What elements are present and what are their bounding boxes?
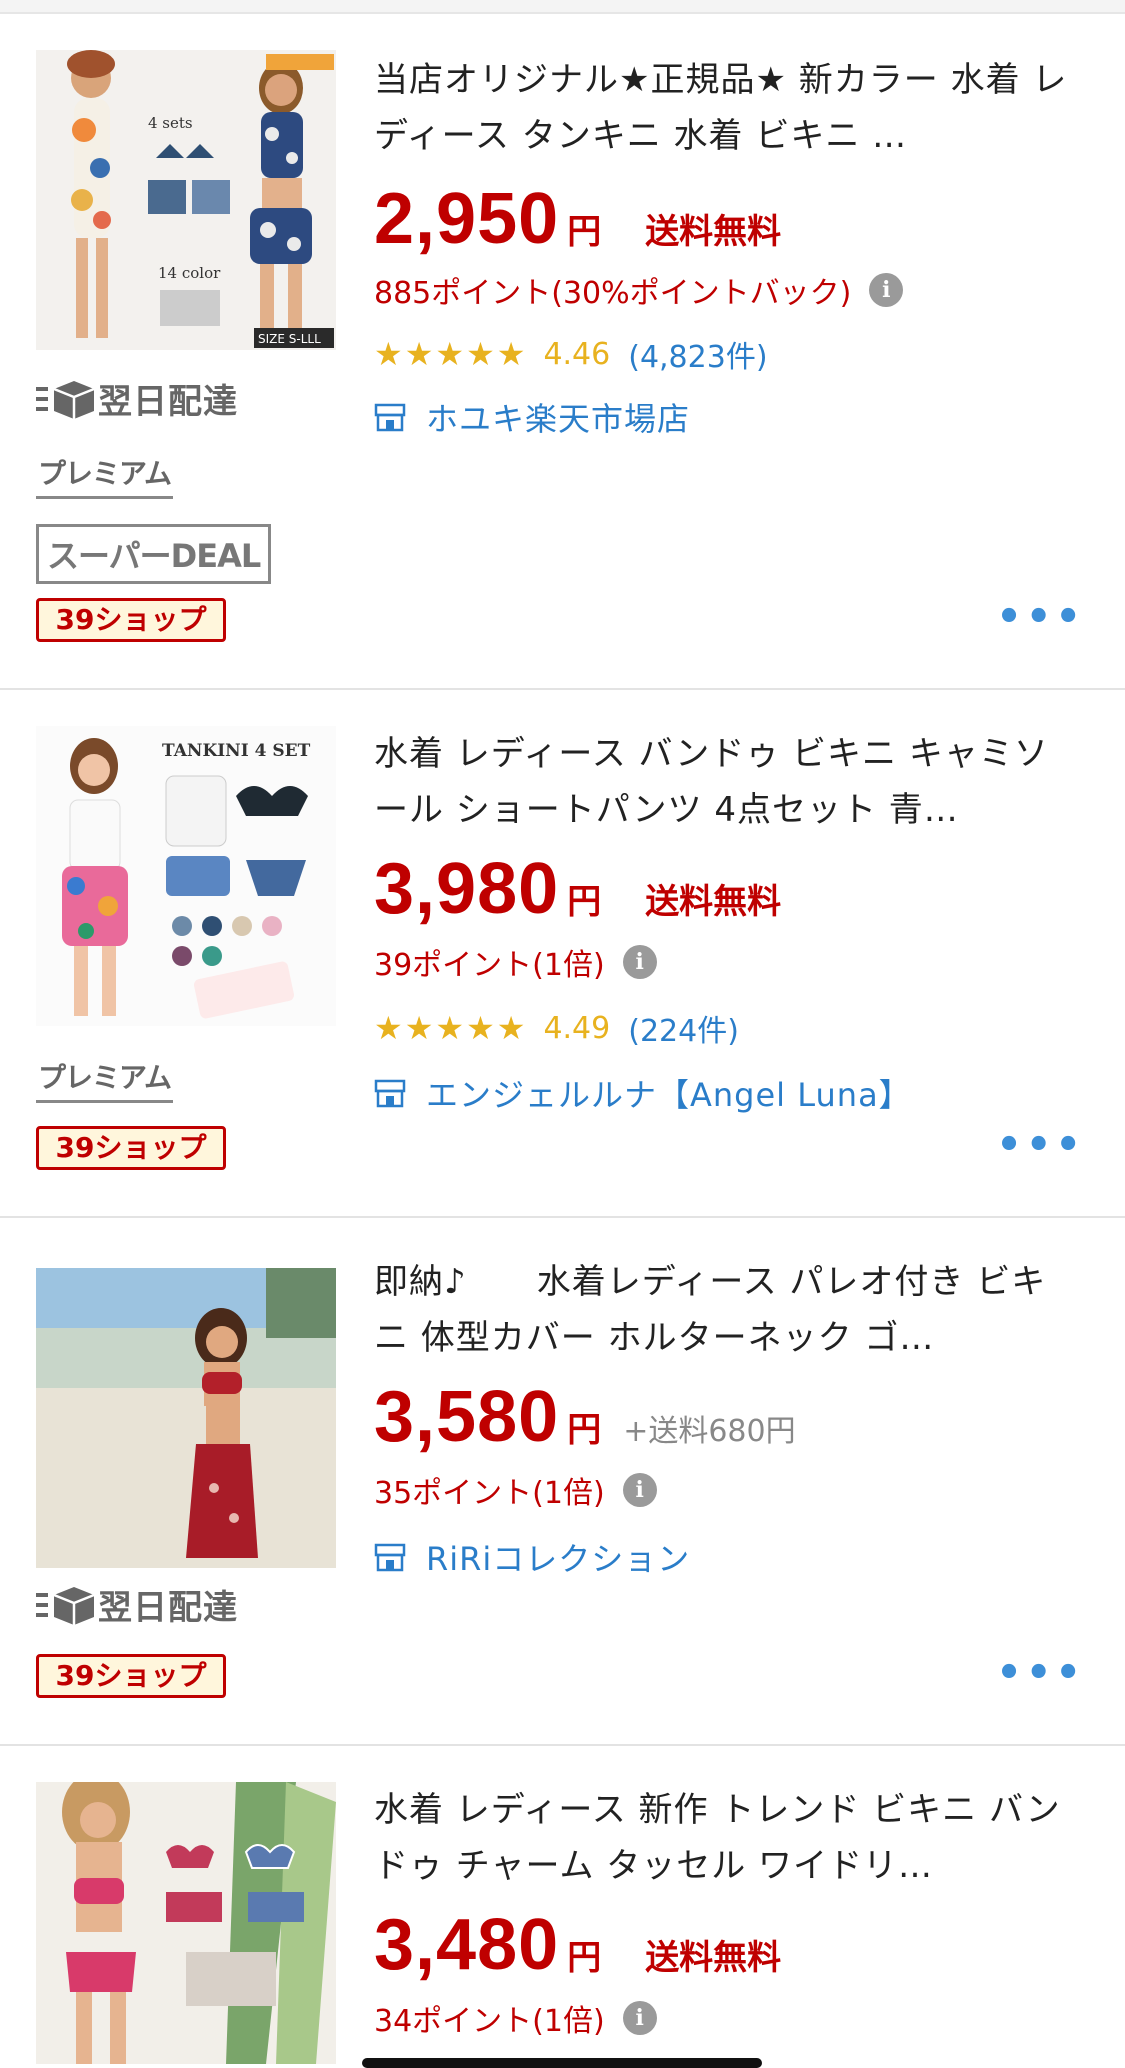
- star-rating-icon: ★★★★★: [374, 335, 528, 373]
- product-card[interactable]: 4 sets 14 color SIZE S-LLL 当店オリジナル★正規品★ …: [0, 14, 1125, 690]
- product-title[interactable]: 即納♪ 水着レディース パレオ付き ビキニ 体型カバー ホルターネック ゴ…: [374, 1254, 1074, 1366]
- super-deal-badge: スーパーDEAL: [36, 524, 272, 584]
- next-day-delivery-badge: 翌日配達: [36, 1580, 238, 1629]
- shipping-cost-label: +送料680円: [623, 1414, 796, 1449]
- points-text: 39ポイント(1倍): [374, 948, 605, 983]
- star-rating-icon: ★★★★★: [374, 1009, 528, 1047]
- shop-name[interactable]: ホユキ楽天市場店: [426, 394, 690, 440]
- free-shipping-label: 送料無料: [645, 882, 782, 922]
- next-day-delivery-badge: 翌日配達: [36, 374, 238, 423]
- thumb-size-text: SIZE S-LLL: [258, 332, 321, 346]
- premium-badge: プレミアム: [36, 1056, 174, 1103]
- rating-row[interactable]: ★★★★★ 4.46 (4,823件): [374, 332, 768, 376]
- delivery-box-icon: [36, 380, 95, 419]
- points-row: 35ポイント(1倍) i: [374, 1468, 657, 1512]
- shop-link[interactable]: RiRiコレクション: [374, 1534, 690, 1580]
- yen-label: 円: [567, 882, 602, 922]
- price-row: 3,980 円 送料無料: [374, 848, 782, 929]
- product-card[interactable]: 水着 レディース 新作 トレンド ビキニ バンドゥ チャーム タッセル ワイドリ…: [0, 1746, 1125, 2064]
- delivery-box-icon: [36, 1586, 95, 1625]
- delivery-label: 翌日配達: [98, 382, 238, 422]
- points-row: 39ポイント(1倍) i: [374, 940, 657, 984]
- price: 3,980: [374, 849, 560, 929]
- shop-link[interactable]: エンジェルルナ【Angel Luna】: [374, 1070, 912, 1116]
- shop-icon: [374, 1543, 406, 1572]
- thumb-sets-text: 4 sets: [148, 114, 193, 132]
- info-icon[interactable]: i: [622, 2001, 657, 2035]
- product-title[interactable]: 水着 レディース バンドゥ ビキニ キャミソール ショートパンツ 4点セット 青…: [374, 726, 1074, 838]
- product-thumbnail[interactable]: [36, 1268, 336, 1568]
- price: 3,480: [374, 1905, 560, 1985]
- points-text: 34ポイント(1倍): [374, 2004, 605, 2039]
- home-indicator[interactable]: [362, 2058, 762, 2068]
- more-options-icon[interactable]: •••: [996, 1122, 1085, 1168]
- info-icon[interactable]: i: [869, 273, 904, 307]
- thumb-sets-text: TANKINI 4 SET: [162, 741, 311, 761]
- yen-label: 円: [567, 1938, 602, 1978]
- review-count[interactable]: (4,823件): [628, 332, 767, 376]
- yen-label: 円: [567, 212, 602, 252]
- shop-name[interactable]: RiRiコレクション: [426, 1534, 690, 1580]
- free-shipping-label: 送料無料: [645, 1938, 782, 1978]
- price: 3,580: [374, 1377, 560, 1457]
- product-card[interactable]: TANKINI 4 SET 水着 レディース バンドゥ ビキニ キャミソール シ…: [0, 690, 1125, 1218]
- rating-value: 4.49: [543, 1010, 611, 1046]
- delivery-label: 翌日配達: [98, 1588, 238, 1628]
- product-thumbnail[interactable]: TANKINI 4 SET: [36, 726, 336, 1026]
- yen-label: 円: [567, 1410, 602, 1450]
- shop39-badge: 39ショップ: [36, 598, 226, 642]
- thumb-colors-text: 14 color: [158, 264, 221, 282]
- product-title[interactable]: 当店オリジナル★正規品★ 新カラー 水着 レディース タンキニ 水着 ビキニ …: [374, 52, 1074, 164]
- product-title[interactable]: 水着 レディース 新作 トレンド ビキニ バンドゥ チャーム タッセル ワイドリ…: [374, 1782, 1074, 1894]
- info-icon[interactable]: i: [622, 1473, 657, 1507]
- points-text: 35ポイント(1倍): [374, 1476, 605, 1511]
- shop39-badge: 39ショップ: [36, 1654, 226, 1698]
- price: 2,950: [374, 179, 560, 259]
- more-options-icon[interactable]: •••: [996, 1650, 1085, 1696]
- product-thumbnail[interactable]: 4 sets 14 color SIZE S-LLL: [36, 50, 336, 350]
- shop-icon: [374, 1079, 406, 1108]
- rating-value: 4.46: [543, 336, 611, 372]
- free-shipping-label: 送料無料: [645, 212, 782, 252]
- points-row: 885ポイント(30%ポイントバック) i: [374, 268, 904, 312]
- shop39-badge: 39ショップ: [36, 1126, 226, 1170]
- shop-link[interactable]: ホユキ楽天市場店: [374, 394, 690, 440]
- price-row: 2,950 円 送料無料: [374, 178, 782, 259]
- more-options-icon[interactable]: •••: [996, 594, 1085, 640]
- product-card[interactable]: 即納♪ 水着レディース パレオ付き ビキニ 体型カバー ホルターネック ゴ… 3…: [0, 1218, 1125, 1746]
- top-divider: [0, 0, 1125, 14]
- premium-badge: プレミアム: [36, 452, 174, 499]
- points-row: 34ポイント(1倍) i: [374, 1996, 657, 2040]
- product-thumbnail[interactable]: [36, 1782, 336, 2064]
- rating-row[interactable]: ★★★★★ 4.49 (224件): [374, 1006, 739, 1050]
- price-row: 3,580 円 +送料680円: [374, 1376, 796, 1457]
- points-text: 885ポイント(30%ポイントバック): [374, 276, 852, 311]
- info-icon[interactable]: i: [622, 945, 657, 979]
- shop-name[interactable]: エンジェルルナ【Angel Luna】: [426, 1070, 912, 1116]
- review-count[interactable]: (224件): [628, 1006, 739, 1050]
- price-row: 3,480 円 送料無料: [374, 1904, 782, 1985]
- shop-icon: [374, 403, 406, 432]
